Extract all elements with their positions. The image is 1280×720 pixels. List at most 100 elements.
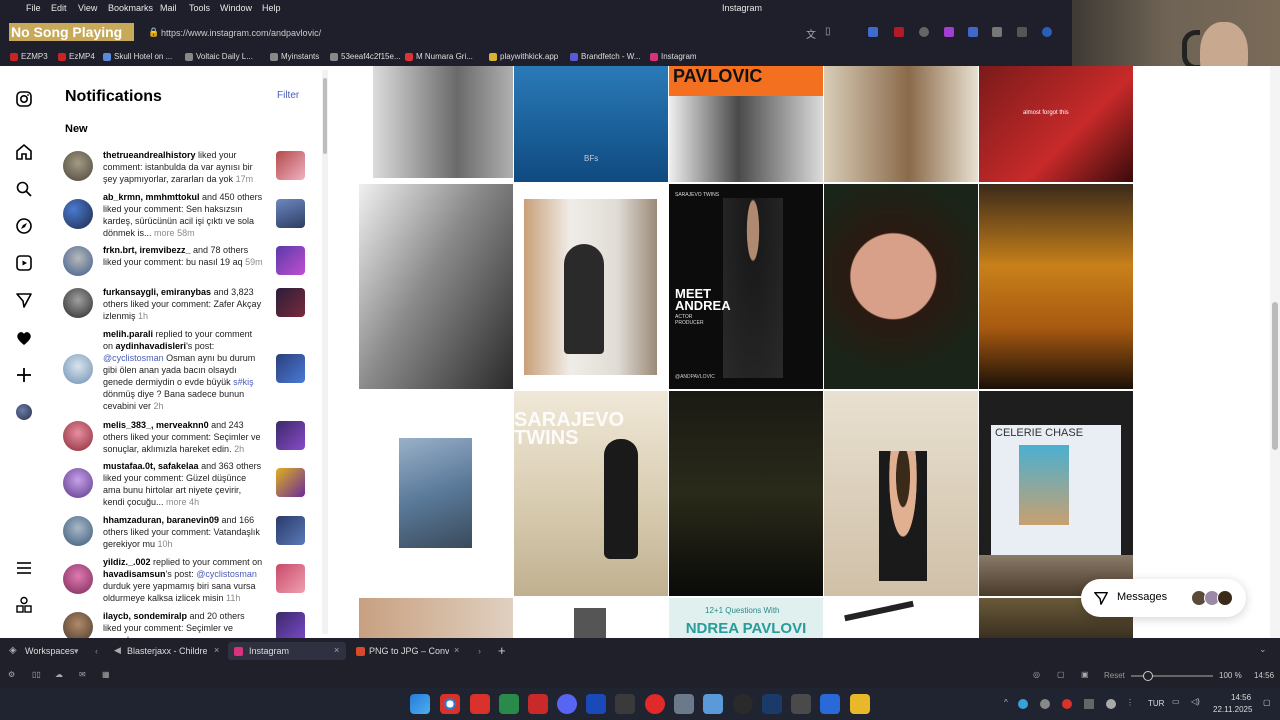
post-tile[interactable] <box>824 184 978 389</box>
notification-item[interactable]: melih.parali replied to your comment on … <box>63 328 308 414</box>
more-menu-icon[interactable] <box>15 559 33 577</box>
tab-list-icon[interactable]: ⌄ <box>1259 644 1267 655</box>
panel-toggle-icon[interactable]: ⚙ <box>8 670 15 679</box>
notification-item[interactable]: yildiz._.002 replied to your comment on … <box>63 556 308 604</box>
mention-link[interactable]: @cyclistosman <box>103 353 164 363</box>
discord-icon[interactable] <box>557 694 577 714</box>
app-icon[interactable] <box>791 694 811 714</box>
home-icon[interactable] <box>15 143 33 161</box>
url-field[interactable]: https://www.instagram.com/andpavlovic/ <box>161 28 321 38</box>
ext-gamepad-icon[interactable] <box>1017 27 1027 37</box>
bookmark-icon[interactable]: ▯ <box>825 26 831 37</box>
bookmark-voltaic[interactable]: Voltaic Daily L... <box>185 52 253 61</box>
scrollbar-thumb[interactable] <box>1272 302 1278 450</box>
notification-item[interactable]: furkansaygli, emiranybas and 3,823 other… <box>63 286 308 322</box>
bookmark-ezmp3[interactable]: EZMP3 <box>10 52 48 61</box>
new-tab-icon[interactable]: + <box>498 643 506 658</box>
notification-item[interactable]: mustafaa.0t, safakelaa and 363 others li… <box>63 460 308 508</box>
ext-purple-icon[interactable] <box>944 27 954 37</box>
tile-icon[interactable]: ▢ <box>1057 670 1065 679</box>
bookmark-brandfetch[interactable]: Brandfetch - W... <box>570 52 641 61</box>
ext-translate-icon[interactable] <box>868 27 878 37</box>
menu-window[interactable]: Window <box>220 3 252 13</box>
post-tile[interactable] <box>669 391 823 596</box>
bookmark-ezmp4[interactable]: EzMP4 <box>58 52 95 61</box>
post-tile[interactable]: CELERIE CHASE <box>979 391 1133 596</box>
avatar[interactable] <box>63 354 93 384</box>
app-icon[interactable] <box>674 694 694 714</box>
tray-icon[interactable] <box>1040 699 1050 709</box>
calendar-icon[interactable]: ▦ <box>102 670 110 679</box>
translate-icon[interactable]: 文 <box>806 26 816 41</box>
bookmark-instagram[interactable]: Instagram <box>650 52 697 61</box>
post-tile[interactable]: PAVLOVIC <box>669 66 823 182</box>
avatar[interactable] <box>63 516 93 546</box>
tab-blasterjaxx[interactable]: ◀ Blasterjaxx - Children O × <box>108 642 226 660</box>
more-link[interactable]: more <box>154 228 175 238</box>
post-tile[interactable] <box>824 66 978 182</box>
bookmark-skull-hotel[interactable]: Skull Hotel on ... <box>103 52 172 61</box>
terminal-icon[interactable] <box>499 694 519 714</box>
bookmark-hash[interactable]: 53eeaf4c2f15e... <box>330 52 401 61</box>
post-tile[interactable]: SARAJEVO TWINS MEET ANDREA ACTOR PRODUCE… <box>669 184 823 389</box>
clock-date[interactable]: 22.11.2025 <box>1213 705 1252 714</box>
tab-instagram[interactable]: Instagram × <box>228 642 346 660</box>
close-icon[interactable]: × <box>214 645 219 655</box>
menu-help[interactable]: Help <box>262 3 281 13</box>
post-tile[interactable] <box>359 66 513 182</box>
mail-icon[interactable]: ✉ <box>79 670 86 679</box>
notifications-scrollbar[interactable] <box>322 70 328 634</box>
chevron-right-icon[interactable]: › <box>478 646 481 656</box>
zoom-reset-button[interactable]: Reset <box>1104 671 1125 680</box>
bookmark-numara[interactable]: M Numara Gri... <box>405 52 473 61</box>
workspaces-label[interactable]: Workspaces <box>25 646 74 656</box>
notification-item[interactable]: ab_krmn, mmhmttokul and 450 others liked… <box>63 191 308 239</box>
post-thumbnail[interactable] <box>276 564 305 593</box>
zoom-slider[interactable] <box>1131 671 1213 681</box>
steam-icon[interactable] <box>762 694 782 714</box>
messages-button[interactable]: Messages <box>1081 579 1246 617</box>
avatar[interactable] <box>63 564 93 594</box>
notification-username[interactable]: furkansaygli, emiranybas <box>103 287 211 297</box>
more-link[interactable]: more <box>166 497 187 507</box>
avatar[interactable] <box>63 288 93 318</box>
notification-center-icon[interactable]: ▢ <box>1263 698 1271 707</box>
windows-start-icon[interactable] <box>410 694 430 714</box>
tray-icon[interactable] <box>1062 699 1072 709</box>
notification-item[interactable]: ilaycb, sondemiralp and 20 others liked … <box>63 610 308 638</box>
notification-item[interactable]: frkn.brt, iremvibezz_ and 78 others like… <box>63 244 308 280</box>
notification-username[interactable]: melih.parali <box>103 329 153 339</box>
avatar[interactable] <box>63 612 93 638</box>
post-tile[interactable] <box>359 184 513 389</box>
notification-username[interactable]: ilaycb, sondemiralp <box>103 611 187 621</box>
tray-icon[interactable] <box>1106 699 1116 709</box>
language-indicator[interactable]: TUR <box>1148 699 1164 708</box>
post-tile[interactable]: BFs <box>514 66 668 182</box>
menu-view[interactable]: View <box>78 3 97 13</box>
mention-link[interactable]: @cyclistosman <box>196 569 257 579</box>
page-scrollbar[interactable] <box>1270 66 1280 638</box>
app-icon[interactable] <box>615 694 635 714</box>
volume-icon[interactable]: ◁) <box>1191 697 1200 706</box>
chevron-left-icon[interactable]: ‹ <box>95 646 98 656</box>
post-tile[interactable] <box>514 184 668 389</box>
post-thumbnail[interactable] <box>276 199 305 228</box>
close-icon[interactable]: × <box>334 645 339 655</box>
vivaldi-icon[interactable] <box>470 694 490 714</box>
post-author[interactable]: aydinhavadisleri <box>116 341 187 351</box>
ext-blue-icon[interactable] <box>968 27 978 37</box>
microphone-icon[interactable]: ⋮ <box>1126 698 1134 707</box>
notification-username[interactable]: hhamzaduran, baranevin09 <box>103 515 219 525</box>
hashtag-link[interactable]: s#kiş <box>233 377 254 387</box>
bookmark-myinstants[interactable]: Myinstants <box>270 52 319 61</box>
app-icon[interactable] <box>820 694 840 714</box>
obs-icon[interactable] <box>733 694 753 714</box>
record-icon[interactable] <box>645 694 665 714</box>
menu-mail[interactable]: Mail <box>160 3 177 13</box>
tab-png-to-jpg[interactable]: PNG to JPG – Convert × <box>350 642 468 660</box>
filezilla-icon[interactable] <box>528 694 548 714</box>
notification-username[interactable]: yildiz._.002 <box>103 557 151 567</box>
bookmark-kick[interactable]: playwithkick.app <box>489 52 558 61</box>
notification-username[interactable]: melis_383_, merveaknn0 <box>103 420 209 430</box>
search-icon[interactable] <box>15 180 33 198</box>
